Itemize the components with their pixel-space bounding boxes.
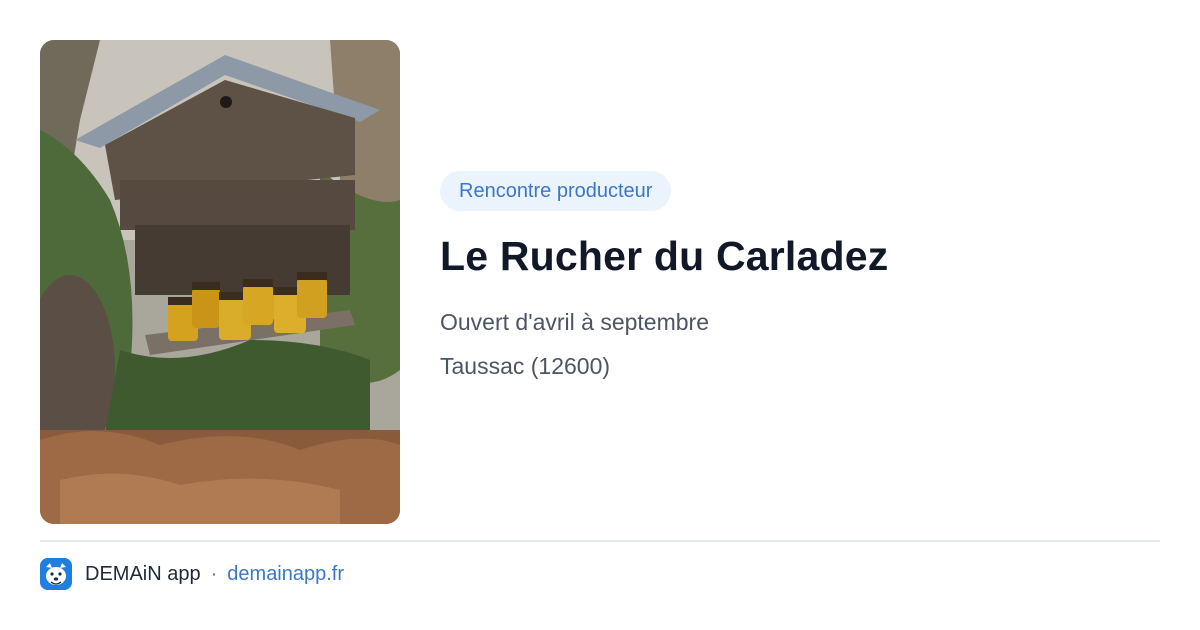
dog-face-icon — [40, 558, 72, 590]
app-name: DEMAiN app — [85, 562, 201, 585]
category-badge: Rencontre producteur — [440, 171, 672, 211]
beehive-photo-image — [40, 40, 400, 524]
app-website-link[interactable]: demainapp.fr — [227, 563, 344, 586]
producer-title: Le Rucher du Carladez — [440, 233, 889, 279]
footer-divider — [40, 540, 1160, 542]
producer-photo — [40, 40, 400, 524]
opening-period: Ouvert d'avril à septembre — [440, 309, 710, 335]
footer-separator: · — [210, 562, 218, 585]
producer-info: Rencontre producteur Le Rucher du Carlad… — [440, 171, 1160, 381]
share-card: Rencontre producteur Le Rucher du Carlad… — [0, 0, 1200, 630]
footer: DEMAiN app · demainapp.fr — [40, 558, 344, 590]
producer-location: Taussac (12600) — [440, 353, 611, 379]
